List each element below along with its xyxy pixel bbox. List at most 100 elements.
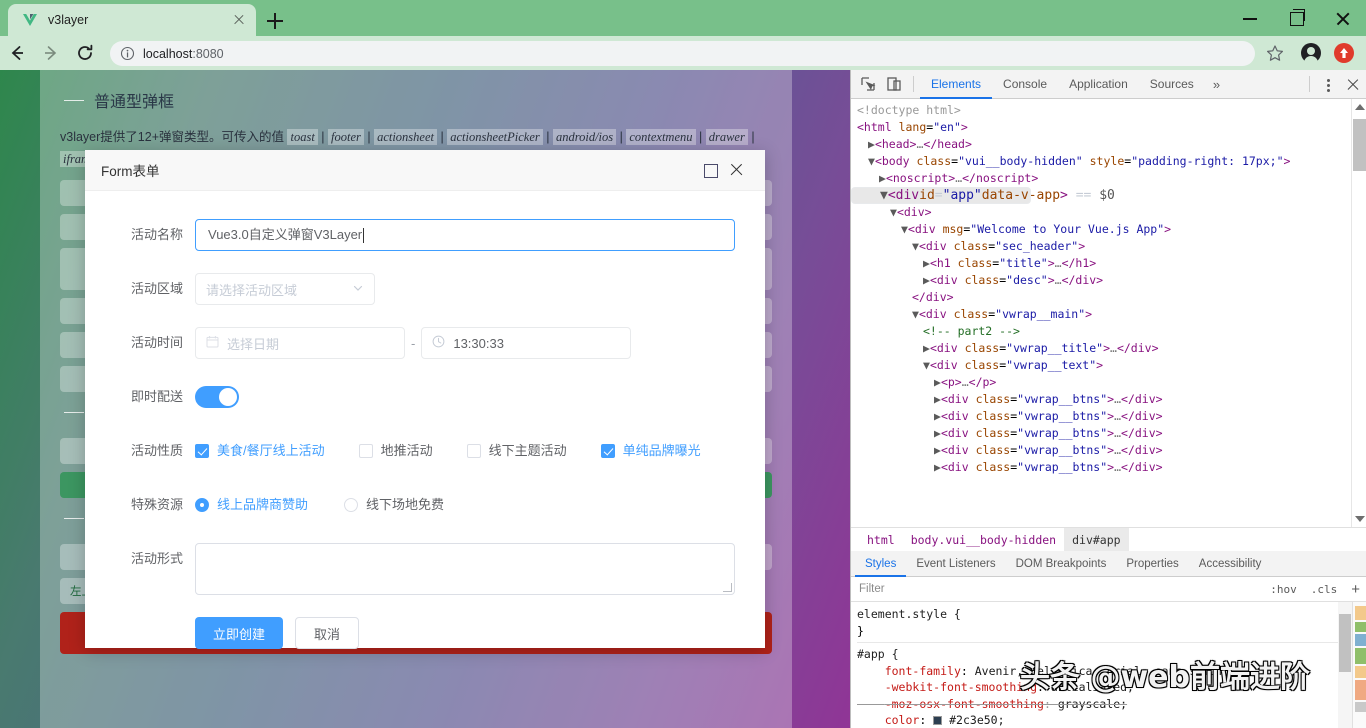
watermark: 头条 @web前端进阶 xyxy=(1020,660,1310,695)
dom-tree-line[interactable]: <!doctype html> xyxy=(851,102,1351,119)
devtools-tabbar: Elements Console Application Sources » xyxy=(851,70,1366,99)
scroll-up-icon[interactable] xyxy=(1355,104,1365,110)
dom-tree-line[interactable]: ▼<div msg="Welcome to Your Vue.js App"> xyxy=(851,221,1351,238)
radio-item-1[interactable]: 线下场地免费 xyxy=(344,489,444,521)
dom-tree-line[interactable]: ▼<div> xyxy=(851,204,1351,221)
maximize-icon[interactable] xyxy=(1274,0,1320,36)
dom-tree-line[interactable]: </div> xyxy=(851,289,1351,306)
dom-tree-line[interactable]: ▼ <div id = "app" data-v-app > == $0 xyxy=(851,187,1115,204)
url-port: :8080 xyxy=(192,46,224,61)
activity-area-select[interactable]: 请选择活动区域 xyxy=(195,273,375,305)
dialog-actions-row: 立即创建 取消 xyxy=(85,617,765,649)
activity-date-input[interactable]: 选择日期 xyxy=(195,327,405,359)
tab-event-listeners[interactable]: Event Listeners xyxy=(906,551,1005,577)
checkbox-item-3[interactable]: 单纯品牌曝光 xyxy=(600,435,701,467)
tab-accessibility[interactable]: Accessibility xyxy=(1189,551,1272,577)
dom-tree-line[interactable]: ▶<div class="vwrap__btns">…</div> xyxy=(851,425,1351,442)
profile-avatar[interactable] xyxy=(1301,43,1321,64)
close-icon[interactable] xyxy=(1320,0,1366,36)
style-rule[interactable]: element.style {} xyxy=(857,606,1338,643)
dom-tree-line[interactable]: ▶<div class="vwrap__btns">…</div> xyxy=(851,459,1351,476)
dom-tree[interactable]: <!doctype html> <html lang="en"> ▶<head>…<… xyxy=(851,99,1351,527)
dom-tree-line[interactable]: ▼<div class="vwrap__main"> xyxy=(851,306,1351,323)
tab-properties[interactable]: Properties xyxy=(1116,551,1188,577)
tab-styles[interactable]: Styles xyxy=(855,551,906,577)
tab-close-icon[interactable] xyxy=(230,11,248,29)
dialog-maximize-icon[interactable] xyxy=(697,157,723,183)
cancel-button[interactable]: 取消 xyxy=(295,617,360,649)
dom-tree-line[interactable]: <!-- part2 --> xyxy=(851,323,1351,340)
breadcrumb-item-body[interactable]: body.vui__body-hidden xyxy=(903,528,1064,552)
forward-button[interactable] xyxy=(34,36,68,70)
filter-input[interactable]: Filter xyxy=(859,583,1263,595)
dom-tree-line[interactable]: ▶<div class="vwrap__title">…</div> xyxy=(851,340,1351,357)
dom-tree-line[interactable]: ▶<head>…</head> xyxy=(851,136,1351,153)
bookmark-star-icon[interactable] xyxy=(1266,44,1284,62)
inspect-element-icon[interactable] xyxy=(855,71,881,97)
radio-dot xyxy=(344,498,359,512)
instant-delivery-switch[interactable] xyxy=(195,386,239,408)
field-control: Vue3.0自定义弹窗V3Layer xyxy=(195,219,765,251)
device-toolbar-icon[interactable] xyxy=(881,71,907,97)
dialog-close-icon[interactable] xyxy=(723,157,749,183)
minimize-icon[interactable] xyxy=(1228,0,1274,36)
style-declaration[interactable]: color: #2c3e50; xyxy=(857,712,1338,728)
dom-tree-line[interactable]: ▶<div class="vwrap__btns">…</div> xyxy=(851,442,1351,459)
tab-title: v3layer xyxy=(48,13,89,27)
activity-name-input[interactable]: Vue3.0自定义弹窗V3Layer xyxy=(195,219,735,251)
checkbox-group: 美食/餐厅线上活动 地推活动 线下主题活动 单纯品牌曝光 xyxy=(195,435,765,467)
tab-application[interactable]: Application xyxy=(1058,70,1139,99)
address-bar[interactable]: localhost:8080 xyxy=(110,41,1255,66)
style-rule-selector: element.style { xyxy=(857,607,961,621)
dom-tree-line[interactable]: ▶<p>…</p> xyxy=(851,374,1351,391)
breadcrumb-item-html[interactable]: html xyxy=(859,528,903,552)
tab-dom-breakpoints[interactable]: DOM Breakpoints xyxy=(1006,551,1117,577)
toolbar-divider xyxy=(1309,76,1310,92)
tab-console[interactable]: Console xyxy=(992,70,1058,99)
dom-tree-line[interactable]: ▶<div class="vwrap__btns">…</div> xyxy=(851,391,1351,408)
dom-tree-line[interactable]: <html lang="en"> xyxy=(851,119,1351,136)
checkbox-box xyxy=(195,444,209,458)
checkbox-item-0[interactable]: 美食/餐厅线上活动 xyxy=(195,435,325,467)
cls-toggle[interactable]: .cls xyxy=(1304,583,1345,596)
dom-tree-line[interactable]: ▶<noscript>…</noscript> xyxy=(851,170,1351,187)
styles-filter-bar: Filter :hov .cls + xyxy=(851,577,1366,602)
field-control: 选择日期 - 13:30:33 xyxy=(195,327,765,359)
scroll-down-icon[interactable] xyxy=(1355,516,1365,522)
tab-elements[interactable]: Elements xyxy=(920,70,992,99)
more-tabs-icon[interactable]: » xyxy=(1205,77,1228,92)
activity-time-input[interactable]: 13:30:33 xyxy=(421,327,632,359)
dom-tree-line[interactable]: ▶<div class="desc">…</div> xyxy=(851,272,1351,289)
window-controls xyxy=(1228,0,1366,36)
tab-sources[interactable]: Sources xyxy=(1139,70,1205,99)
calendar-icon xyxy=(206,335,219,351)
radio-dot xyxy=(195,498,209,512)
dom-tree-line[interactable]: ▼<div class="sec_header"> xyxy=(851,238,1351,255)
new-tab-button[interactable] xyxy=(262,8,288,34)
checkbox-item-1[interactable]: 地推活动 xyxy=(358,435,433,467)
back-button[interactable] xyxy=(0,36,34,70)
browser-tab[interactable]: v3layer xyxy=(8,4,256,36)
vue-logo-icon xyxy=(22,12,38,28)
dialog-title: Form表单 xyxy=(101,164,160,179)
new-style-rule-button[interactable]: + xyxy=(1344,581,1366,598)
devtools-close-icon[interactable] xyxy=(1340,71,1366,97)
scrollbar-thumb[interactable] xyxy=(1353,119,1366,171)
dom-tree-line[interactable]: ▶<div class="vwrap__btns">…</div> xyxy=(851,408,1351,425)
breadcrumb-item-div-app[interactable]: div#app xyxy=(1064,527,1129,552)
label-activity-nature: 活动性质 xyxy=(130,443,183,458)
update-icon[interactable] xyxy=(1334,43,1354,63)
reload-button[interactable] xyxy=(68,36,102,70)
dom-tree-line[interactable]: ▼<div class="vwrap__text"> xyxy=(851,357,1351,374)
activity-form-textarea[interactable] xyxy=(195,543,735,595)
dom-tree-line[interactable]: ▼<body class="vui__body-hidden" style="p… xyxy=(851,153,1351,170)
hov-toggle[interactable]: :hov xyxy=(1263,583,1304,596)
field-row-name: 活动名称 Vue3.0自定义弹窗V3Layer xyxy=(85,219,765,251)
radio-item-0[interactable]: 线上品牌商赞助 xyxy=(195,489,308,521)
dialog-body: 活动名称 Vue3.0自定义弹窗V3Layer 活动区域 请选择活动区域 活动时… xyxy=(85,191,765,649)
dom-tree-scrollbar[interactable] xyxy=(1351,99,1366,527)
checkbox-item-2[interactable]: 线下主题活动 xyxy=(466,435,567,467)
submit-button[interactable]: 立即创建 xyxy=(195,617,284,649)
dom-tree-line[interactable]: ▶<h1 class="title">…</h1> xyxy=(851,255,1351,272)
kebab-menu-icon[interactable] xyxy=(1316,71,1340,97)
